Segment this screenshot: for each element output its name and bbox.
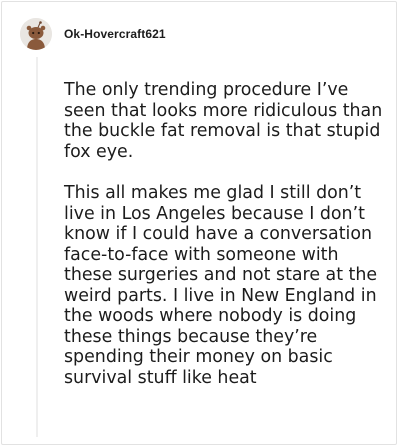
avatar[interactable] [20,18,52,50]
snoo-avatar-icon [20,18,52,50]
comment-card: Ok-Hovercraft621 The only trending proce… [1,1,397,445]
comment-body: The only trending procedure I’ve seen th… [64,80,384,388]
comment-paragraph: This all makes me glad I still don’t liv… [64,183,378,388]
comment-author-username[interactable]: Ok-Hovercraft621 [64,27,166,41]
thread-line[interactable] [36,57,38,437]
comment-paragraph: The only trending procedure I’ve seen th… [64,80,383,162]
comment-header: Ok-Hovercraft621 [20,18,166,50]
